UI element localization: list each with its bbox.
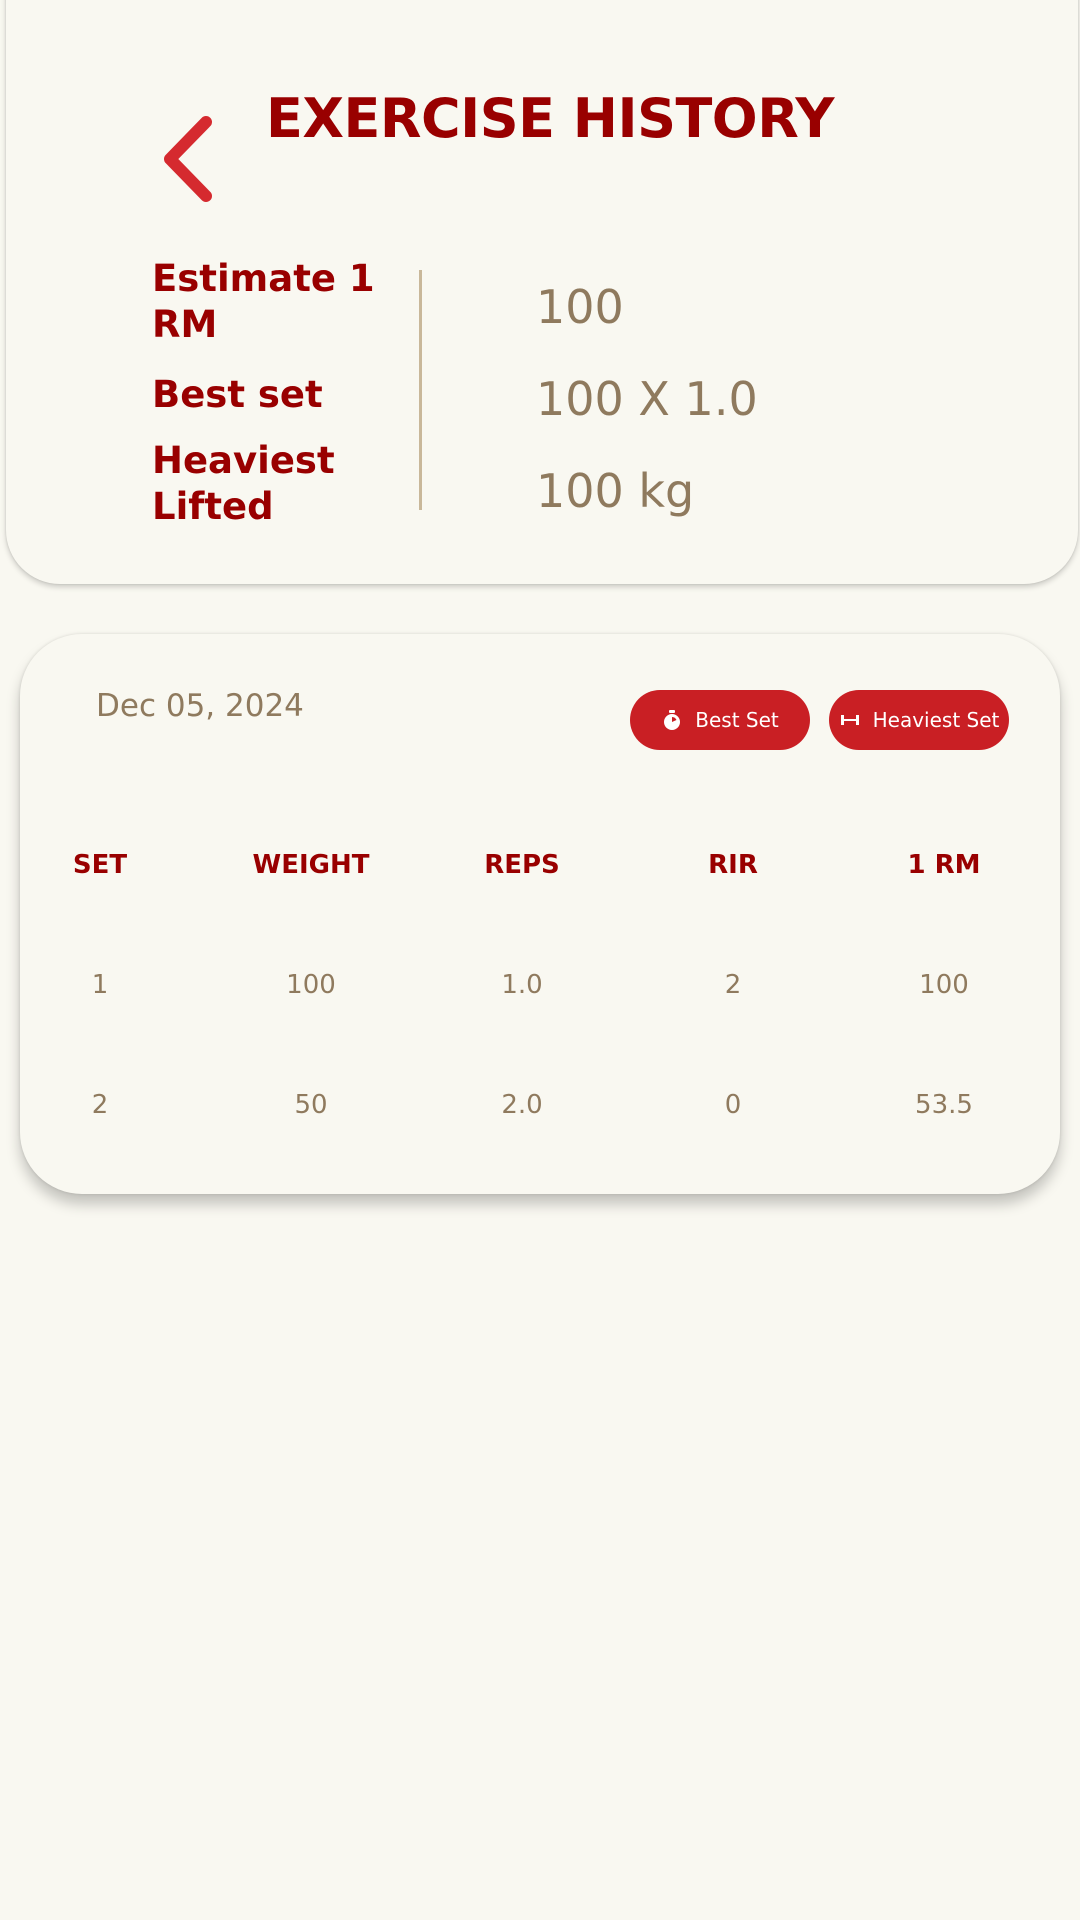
stats-divider bbox=[419, 270, 422, 510]
header-card: EXERCISE HISTORY Estimate 1 RM Best set … bbox=[6, 0, 1078, 584]
column-header-set: SET bbox=[72, 850, 128, 880]
cell-set: 2 bbox=[91, 1090, 109, 1120]
stat-label-estimate-1rm: Estimate 1 RM bbox=[152, 257, 375, 346]
cell-weight: 50 bbox=[294, 1090, 328, 1120]
cell-1rm: 100 bbox=[919, 970, 969, 1000]
column-header-rir: RIR bbox=[708, 850, 758, 880]
back-button[interactable] bbox=[154, 112, 220, 206]
cell-rir: 2 bbox=[724, 970, 742, 1000]
cell-reps: 1.0 bbox=[501, 970, 543, 1000]
stat-value-heaviest-lifted: 100 kg bbox=[536, 464, 695, 518]
table-row: 2 50 2.0 0 53.5 bbox=[20, 1080, 1060, 1130]
cell-rir: 0 bbox=[724, 1090, 742, 1120]
stat-label-best-set: Best set bbox=[152, 373, 323, 416]
cell-set: 1 bbox=[91, 970, 109, 1000]
best-set-label: Best Set bbox=[695, 708, 779, 732]
cell-reps: 2.0 bbox=[501, 1090, 543, 1120]
dumbbell-icon bbox=[839, 709, 861, 731]
stat-label-heaviest-lifted: Heaviest Lifted bbox=[152, 439, 335, 528]
heaviest-set-button[interactable]: Heaviest Set bbox=[829, 690, 1009, 750]
column-header-1rm: 1 RM bbox=[907, 850, 981, 880]
stat-value-estimate-1rm: 100 bbox=[536, 280, 624, 334]
stat-value-best-set: 100 X 1.0 bbox=[536, 372, 758, 426]
session-date: Dec 05, 2024 bbox=[96, 688, 304, 724]
cell-weight: 100 bbox=[286, 970, 336, 1000]
column-header-reps: REPS bbox=[484, 850, 560, 880]
history-card: Dec 05, 2024 Best Set Heaviest Set SET W… bbox=[20, 634, 1060, 1194]
table-header: SET WEIGHT REPS RIR 1 RM bbox=[20, 840, 1060, 890]
column-header-weight: WEIGHT bbox=[252, 850, 370, 880]
chevron-left-icon bbox=[164, 116, 212, 202]
stopwatch-icon bbox=[661, 709, 683, 731]
heaviest-set-label: Heaviest Set bbox=[872, 708, 1000, 732]
best-set-button[interactable]: Best Set bbox=[630, 690, 810, 750]
table-row: 1 100 1.0 2 100 bbox=[20, 960, 1060, 1010]
cell-1rm: 53.5 bbox=[915, 1090, 973, 1120]
page-title: EXERCISE HISTORY bbox=[266, 87, 834, 150]
